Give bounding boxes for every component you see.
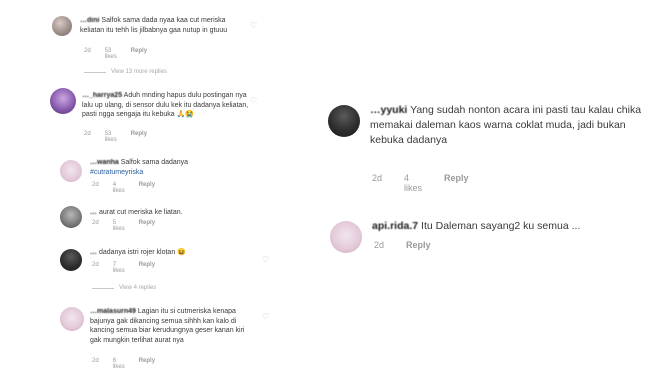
comment-meta: 2d 7 likes Reply — [92, 262, 155, 274]
divider-line — [84, 71, 106, 73]
comment-body: Salfok sama dadanya — [120, 159, 189, 166]
comment-likes[interactable]: 53 likes — [105, 131, 117, 143]
heart-outline-icon[interactable]: ♡ — [262, 313, 270, 321]
comment-username[interactable]: api.rida.7 — [372, 220, 418, 232]
comment-text: …wanha Salfok sama dadanya #cutratumeyri… — [90, 158, 250, 177]
comment-likes[interactable]: 5 likes — [113, 220, 125, 232]
avatar[interactable] — [50, 88, 76, 114]
comment-time: 2d — [374, 240, 385, 250]
reply-button[interactable]: Reply — [139, 358, 155, 370]
comment-username[interactable]: …wanha — [90, 159, 119, 166]
avatar[interactable] — [328, 105, 360, 137]
comment-username[interactable]: … — [90, 249, 97, 256]
divider-line — [92, 287, 114, 289]
comment-username[interactable]: …dini — [80, 17, 99, 24]
comment-hashtag[interactable]: #cutratumeyriska — [90, 169, 143, 176]
reply-button[interactable]: Reply — [139, 182, 155, 194]
comment-text: … aurat cut meriska ke liatan. — [90, 208, 250, 218]
heart-outline-icon[interactable]: ♡ — [262, 256, 270, 264]
comment-text: …malasurn49 Lagian itu si cutmeriska ken… — [90, 307, 256, 345]
comment-meta: 2d 53 likes Reply — [84, 131, 147, 143]
comment-username[interactable]: … — [90, 209, 97, 216]
view-replies-label: View 4 replies — [119, 285, 157, 291]
reply-button[interactable]: Reply — [406, 240, 431, 250]
right-comment-thread: …yyuki Yang sudah nonton acara ini pasti… — [318, 95, 658, 265]
reply-button[interactable]: Reply — [139, 262, 155, 274]
comment-text: api.rida.7 Itu Daleman sayang2 ku semua … — [372, 219, 662, 234]
reply-button[interactable]: Reply — [131, 48, 147, 60]
reply-button[interactable]: Reply — [444, 173, 469, 193]
reply-button[interactable]: Reply — [139, 220, 155, 232]
comment-username[interactable]: …yyuki — [370, 104, 407, 116]
comment-body: Salfok sama dada nyaa kaa cut meriska ke… — [80, 17, 228, 34]
avatar[interactable] — [52, 16, 72, 36]
comment-time: 2d — [372, 173, 383, 183]
avatar[interactable] — [60, 160, 82, 182]
comment-meta: 2d 4 likes Reply — [372, 173, 469, 193]
comment-text: …yyuki Yang sudah nonton acara ini pasti… — [370, 103, 660, 148]
comment-time: 2d — [92, 358, 99, 364]
comment-body: Itu Daleman sayang2 ku semua ... — [421, 220, 581, 232]
comment-time: 2d — [92, 220, 99, 226]
comment-meta: 2d Reply — [374, 240, 431, 250]
comment-meta: 2d 53 likes Reply — [84, 48, 147, 60]
view-replies-button[interactable]: View 13 more replies — [84, 69, 167, 75]
view-replies-button[interactable]: View 4 replies — [92, 285, 156, 291]
comment-likes[interactable]: 4 likes — [113, 182, 125, 194]
comment-meta: 2d 5 likes Reply — [92, 220, 155, 232]
comment-meta: 2d 4 likes Reply — [92, 182, 155, 194]
heart-outline-icon[interactable]: ♡ — [250, 22, 258, 30]
left-comment-thread: …dini Salfok sama dada nyaa kaa cut meri… — [0, 0, 280, 374]
heart-outline-icon[interactable]: ♡ — [250, 97, 258, 105]
comment-likes[interactable]: 4 likes — [404, 173, 422, 193]
avatar[interactable] — [60, 249, 82, 271]
avatar[interactable] — [330, 221, 362, 253]
comment-time: 2d — [84, 48, 91, 54]
reply-button[interactable]: Reply — [131, 131, 147, 143]
comment-time: 2d — [92, 262, 99, 268]
avatar[interactable] — [60, 307, 84, 331]
comment-time: 2d — [92, 182, 99, 188]
comment-likes[interactable]: 53 likes — [105, 48, 117, 60]
comment-time: 2d — [84, 131, 91, 137]
comment-body: dadanya istri rojer klotan 😆 — [98, 249, 186, 256]
view-replies-label: View 13 more replies — [111, 69, 167, 75]
comment-username[interactable]: …malasurn49 — [90, 308, 136, 315]
avatar[interactable] — [60, 206, 82, 228]
comment-meta: 2d 6 likes Reply — [92, 358, 155, 370]
comment-likes[interactable]: 7 likes — [113, 262, 125, 274]
comment-body: Yang sudah nonton acara ini pasti tau ka… — [370, 104, 642, 146]
comment-text: …dini Salfok sama dada nyaa kaa cut meri… — [80, 16, 250, 35]
comment-username[interactable]: …_harrya25 — [82, 92, 122, 99]
comment-text: …_harrya25 Aduh mnding hapus dulu postin… — [82, 91, 252, 120]
comment-body: aurat cut meriska ke liatan. — [98, 209, 183, 216]
comment-text: … dadanya istri rojer klotan 😆 — [90, 248, 250, 258]
comment-likes[interactable]: 6 likes — [113, 358, 125, 370]
